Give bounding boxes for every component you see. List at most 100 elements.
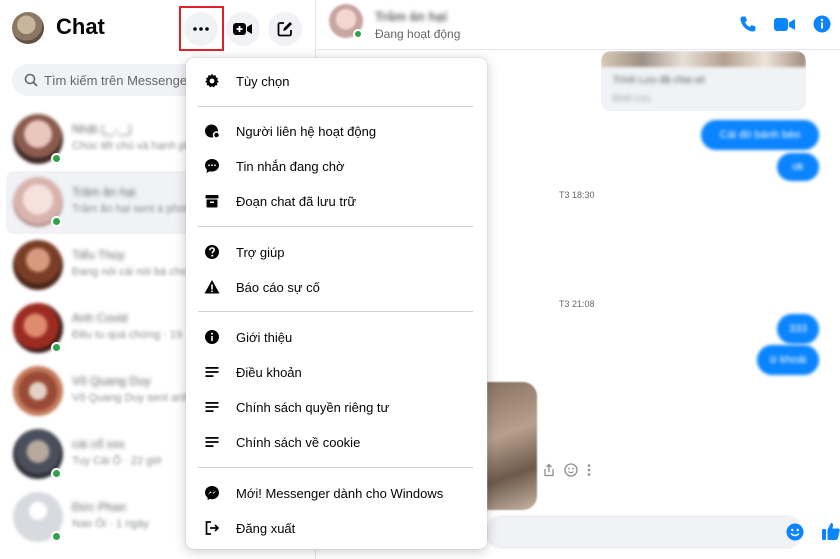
menu-item-label: Mới! Messenger dành cho Windows [236,485,444,501]
outgoing-message[interactable]: ừ khoái [757,345,819,375]
menu-item-privacy-policy[interactable]: Chính sách quyền riêng tư [194,391,479,423]
menu-item-active-contacts[interactable]: Người liên hệ hoạt động [194,115,479,147]
message-input[interactable] [485,515,803,549]
message-timestamp: T3 18:30 [559,190,595,200]
menu-item-label: Giới thiệu [236,329,293,345]
gear-icon [202,71,222,91]
outgoing-message[interactable]: ok [777,153,819,181]
online-indicator [51,153,62,164]
search-icon [24,73,38,87]
menu-item-label: Báo cáo sự cố [236,279,320,295]
menu-item-logout[interactable]: Đăng xuất [194,512,479,544]
menu-item-message-requests[interactable]: Tin nhắn đang chờ [194,150,479,182]
avatar [13,240,63,290]
online-indicator [51,216,62,227]
messenger-app: Chat Tìm kiếm trên Messenger Nhật (‿-‿) … [0,0,840,559]
menu-item-preferences[interactable]: Tùy chọn [194,65,479,97]
active-contacts-icon [202,121,222,141]
online-indicator [51,468,62,479]
shared-image-source: Đình Lưu [613,93,651,103]
online-indicator [51,342,62,353]
conversation-header: Trâm ăn hại Đang hoạt động [317,0,840,50]
lines-icon [202,362,222,382]
archive-icon [202,191,222,211]
conversation-name: Anh Covid [72,311,128,325]
sidebar-title: Chat [56,14,105,39]
menu-item-label: Tin nhắn đang chờ [236,158,345,174]
menu-item-label: Điều khoản [236,364,302,380]
conversation-snippet: Nao Ôi · 1 ngày [72,518,150,530]
online-indicator [353,29,363,39]
phone-icon [740,16,756,32]
conversation-name: Nhật (‿-‿) [72,122,132,136]
conversation-info-button[interactable] [809,11,835,37]
conversation-name: cái cổ xxx [72,437,125,451]
avatar [13,366,63,416]
menu-item-label: Chính sách về cookie [236,434,361,450]
menu-item-archived-chats[interactable]: Đoạn chat đã lưu trữ [194,185,479,217]
warning-icon [202,277,222,297]
menu-item-about[interactable]: Giới thiệu [194,321,479,353]
options-menu: Tùy chọn Người liên hệ hoạt động Tin nhắ… [186,58,487,549]
menu-divider [198,311,473,312]
conversation-snippet: Trâm ăn hại sent a photo [72,203,194,215]
new-video-call-button[interactable] [226,12,260,46]
menu-item-label: Đăng xuất [236,520,296,536]
menu-item-label: Đoạn chat đã lưu trữ [236,193,357,209]
compose-icon [277,22,292,37]
info-icon [813,15,831,33]
lines-icon [202,432,222,452]
menu-divider [198,226,473,227]
menu-divider [198,467,473,468]
conversation-snippet: Tuy Cái Ổ · 22 giờ [72,455,162,467]
conversation-name: Tiểu Thúy [72,248,125,262]
voice-call-button[interactable] [735,11,761,37]
menu-item-label: Tùy chọn [236,73,290,89]
video-plus-icon [233,23,252,35]
incoming-photo-message[interactable] [487,382,537,510]
menu-item-label: Trợ giúp [236,244,285,260]
contact-name[interactable]: Trâm ăn hại [375,9,447,24]
message-actions [542,463,592,477]
share-icon[interactable] [542,463,556,477]
shared-image-message[interactable]: Trình Lưu đã chia sẻ Đình Lưu [601,51,806,111]
menu-item-messenger-windows[interactable]: Mới! Messenger dành cho Windows [194,477,479,509]
menu-item-label: Người liên hệ hoạt động [236,123,377,139]
logout-icon [202,518,222,538]
message-timestamp: T3 21:08 [559,299,595,309]
info-icon [202,327,222,347]
thumbs-up-icon[interactable] [821,521,840,541]
menu-item-cookie-policy[interactable]: Chính sách về cookie [194,426,479,458]
messenger-icon [202,483,222,503]
conversation-snippet: Đều tu quá chứng · 19 [72,329,183,341]
outgoing-message[interactable]: 333 [777,314,819,344]
video-camera-icon [774,17,795,31]
more-vertical-icon[interactable] [586,463,592,477]
shared-image [601,51,806,67]
online-indicator [51,531,62,542]
new-message-button[interactable] [268,12,302,46]
conversation-name: Trâm ăn hại [72,185,136,199]
emoji-icon[interactable] [786,523,804,541]
menu-item-terms[interactable]: Điều khoản [194,356,479,388]
conversation-snippet: Đang nói cái nói bá cho [72,266,187,278]
menu-item-label: Chính sách quyền riêng tư [236,399,390,415]
sidebar-header: Chat [0,0,316,56]
conversation-name: Võ Quang Duy [72,374,151,388]
search-placeholder: Tìm kiếm trên Messenger [44,72,192,88]
shared-image-caption: Trình Lưu đã chia sẻ [613,75,705,86]
conversation-name: Đức Phan [72,500,127,514]
react-emoji-icon[interactable] [564,463,578,477]
video-call-button[interactable] [772,11,798,37]
help-icon [202,242,222,262]
outgoing-message[interactable]: Cái đó bánh bèo [701,120,819,150]
menu-item-help[interactable]: Trợ giúp [194,236,479,268]
chat-bubble-icon [202,156,222,176]
conversation-snippet: Võ Quang Duy sent anh [72,392,190,404]
conversation-snippet: Chúc tết chú và hạnh phúc [72,140,203,152]
highlight-annotation [179,6,224,51]
lines-icon [202,397,222,417]
contact-status: Đang hoạt động [375,27,461,41]
profile-avatar[interactable] [12,12,44,44]
menu-item-report-problem[interactable]: Báo cáo sự cố [194,271,479,303]
